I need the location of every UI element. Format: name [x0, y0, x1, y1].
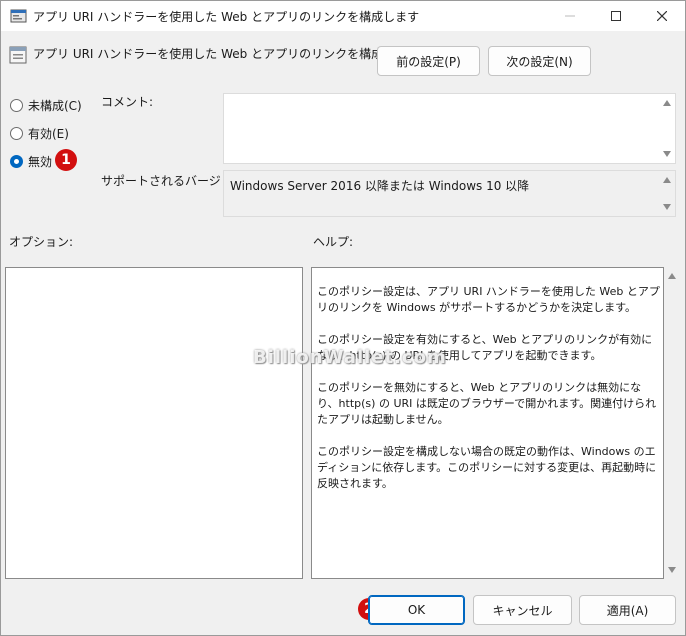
title-bar: アプリ URI ハンドラーを使用した Web とアプリのリンクを構成します	[1, 1, 685, 31]
step-badge-1: 1	[55, 149, 77, 171]
help-text: このポリシー設定は、アプリ URI ハンドラーを使用した Web とアプリのリン…	[317, 284, 662, 508]
policy-setting-icon	[9, 46, 27, 64]
scroll-down-icon[interactable]	[663, 151, 671, 157]
maximize-button[interactable]	[593, 1, 639, 31]
scroll-down-icon[interactable]	[663, 204, 671, 210]
radio-disabled[interactable]: 無効	[10, 153, 52, 170]
previous-setting-button[interactable]: 前の設定(P)	[377, 46, 480, 76]
comment-scrollbar[interactable]	[659, 94, 675, 163]
radio-label: 未構成(C)	[28, 99, 82, 113]
help-label: ヘルプ:	[313, 235, 354, 249]
scroll-up-icon[interactable]	[663, 177, 671, 183]
help-paragraph: このポリシー設定は、アプリ URI ハンドラーを使用した Web とアプリのリン…	[317, 285, 660, 314]
help-panel: このポリシー設定は、アプリ URI ハンドラーを使用した Web とアプリのリン…	[311, 267, 664, 579]
help-paragraph: このポリシーを無効にすると、Web とアプリのリンクは無効になり、http(s)…	[317, 381, 657, 426]
supported-on-value: Windows Server 2016 以降または Windows 10 以降	[230, 179, 530, 193]
close-icon	[657, 11, 667, 21]
policy-dialog: アプリ URI ハンドラーを使用した Web とアプリのリンクを構成します アプ…	[0, 0, 686, 636]
radio-not-configured[interactable]: 未構成(C)	[10, 97, 82, 114]
group-policy-icon	[10, 9, 27, 23]
apply-button[interactable]: 適用(A)	[579, 595, 676, 625]
options-label: オプション:	[9, 235, 74, 249]
next-setting-button[interactable]: 次の設定(N)	[488, 46, 591, 76]
window-title: アプリ URI ハンドラーを使用した Web とアプリのリンクを構成します	[33, 10, 420, 24]
maximize-icon	[611, 11, 621, 21]
policy-title: アプリ URI ハンドラーを使用した Web とアプリのリンクを構成します	[33, 47, 420, 61]
help-scrollbar[interactable]	[664, 267, 681, 579]
help-paragraph: このポリシー設定を構成しない場合の既定の動作は、Windows のエディションに…	[317, 445, 657, 490]
supported-scrollbar[interactable]	[659, 171, 675, 216]
radio-enabled[interactable]: 有効(E)	[10, 125, 69, 142]
close-button[interactable]	[639, 1, 685, 31]
options-panel	[5, 267, 303, 579]
watermark: BillionWallet.com	[253, 347, 447, 368]
cancel-button[interactable]: キャンセル	[473, 595, 572, 625]
radio-button[interactable]	[10, 127, 23, 140]
scroll-down-icon[interactable]	[668, 567, 676, 573]
scroll-up-icon[interactable]	[668, 273, 676, 279]
minimize-button[interactable]	[547, 1, 593, 31]
radio-button-selected[interactable]	[10, 155, 23, 168]
radio-button[interactable]	[10, 99, 23, 112]
radio-label: 有効(E)	[28, 127, 69, 141]
comment-label: コメント:	[101, 95, 154, 109]
comment-textarea[interactable]	[223, 93, 676, 164]
minimize-icon	[565, 15, 575, 17]
ok-button[interactable]: OK	[368, 595, 465, 625]
radio-label: 無効	[28, 155, 53, 169]
scroll-up-icon[interactable]	[663, 100, 671, 106]
supported-on-field: Windows Server 2016 以降または Windows 10 以降	[223, 170, 676, 217]
